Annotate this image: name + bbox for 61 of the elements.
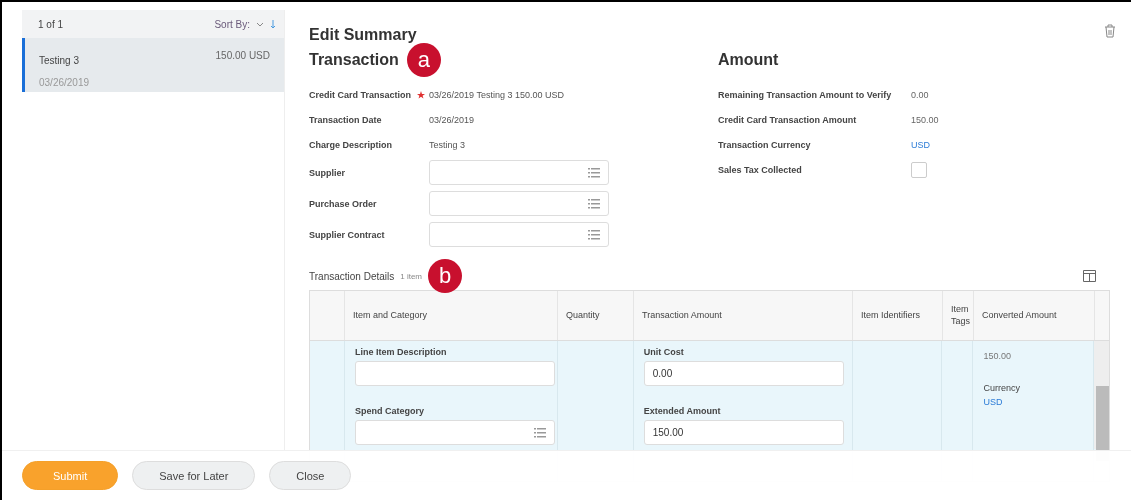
currency-link[interactable]: USD xyxy=(911,139,930,150)
footer-button[interactable]: Save for Later xyxy=(132,461,256,490)
field-label: Transaction Currency xyxy=(718,139,811,150)
prompt-field[interactable] xyxy=(429,191,609,216)
page-title: Edit Summary xyxy=(309,26,418,44)
item-count: 1 item xyxy=(400,271,423,281)
field-label: Credit Card Transaction Amount xyxy=(718,114,857,125)
field-label: Supplier xyxy=(309,167,345,178)
item-title: Testing 3 xyxy=(39,55,80,66)
field-label: Supplier Contract xyxy=(309,229,385,240)
field-label: Currency xyxy=(983,383,1021,393)
column-header: Item Identifiers xyxy=(853,291,943,340)
table-title: Transaction Details xyxy=(309,270,395,282)
list-icon[interactable] xyxy=(533,427,546,438)
list-icon[interactable] xyxy=(588,167,600,178)
item-date: 03/26/2019 xyxy=(39,77,90,88)
field-value: 150.00 xyxy=(911,114,939,125)
column-header: Converted Amount xyxy=(974,291,1095,340)
trash-icon[interactable] xyxy=(1104,24,1116,38)
field-label: Spend Category xyxy=(354,406,425,416)
field-label: Unit Cost xyxy=(643,347,685,357)
list-icon[interactable] xyxy=(588,198,600,209)
callout-badge: a xyxy=(406,43,441,77)
input-field[interactable]: 150.00 xyxy=(643,420,844,445)
layout-icon[interactable] xyxy=(1083,270,1096,282)
list-icon[interactable] xyxy=(588,229,600,240)
item-amount: 150.00 USD xyxy=(215,50,270,63)
column-header: Transaction Amount xyxy=(634,291,853,340)
field-value: 150.00 xyxy=(983,351,1012,361)
chevron-down-icon[interactable] xyxy=(256,21,264,27)
input-field[interactable] xyxy=(354,361,555,386)
field-value: 03/26/2019 xyxy=(429,114,475,125)
field-label: Sales Tax Collected xyxy=(718,164,802,175)
field-label: Credit Card Transaction xyxy=(309,89,412,100)
column-header: Quantity xyxy=(558,291,634,340)
section-heading: Transaction xyxy=(309,51,399,69)
checkbox[interactable] xyxy=(911,161,927,178)
field-value: Testing 3 xyxy=(429,139,466,150)
transaction-list-item[interactable]: Testing 3 03/26/2019 150.00 USD xyxy=(22,38,284,92)
result-count: 1 of 1 xyxy=(38,18,64,30)
field-label: Extended Amount xyxy=(643,406,722,416)
footer-button[interactable]: Close xyxy=(269,461,352,490)
arrow-down-icon[interactable] xyxy=(270,19,276,29)
field-label: Transaction Date xyxy=(309,114,382,125)
field-value: 03/26/2019 Testing 3 150.00 USD xyxy=(429,89,564,100)
field-label: Line Item Description xyxy=(354,347,448,357)
prompt-field[interactable] xyxy=(354,420,555,445)
currency-link[interactable]: USD xyxy=(983,397,1084,407)
field-label: Charge Description xyxy=(309,139,393,150)
column-header: Item Tags xyxy=(943,291,974,340)
prompt-field[interactable] xyxy=(429,160,609,185)
field-value: 0.00 xyxy=(911,89,929,100)
column-header: Item and Category xyxy=(345,291,558,340)
scrollbar[interactable] xyxy=(1094,341,1109,449)
input-field[interactable]: 0.00 xyxy=(643,361,844,386)
field-label: Purchase Order xyxy=(309,198,377,209)
callout-badge: b xyxy=(428,259,463,293)
field-label: Remaining Transaction Amount to Verify xyxy=(718,89,892,100)
sort-label[interactable]: Sort By: xyxy=(214,18,250,30)
section-heading: Amount xyxy=(718,51,779,69)
prompt-field[interactable] xyxy=(429,222,609,247)
